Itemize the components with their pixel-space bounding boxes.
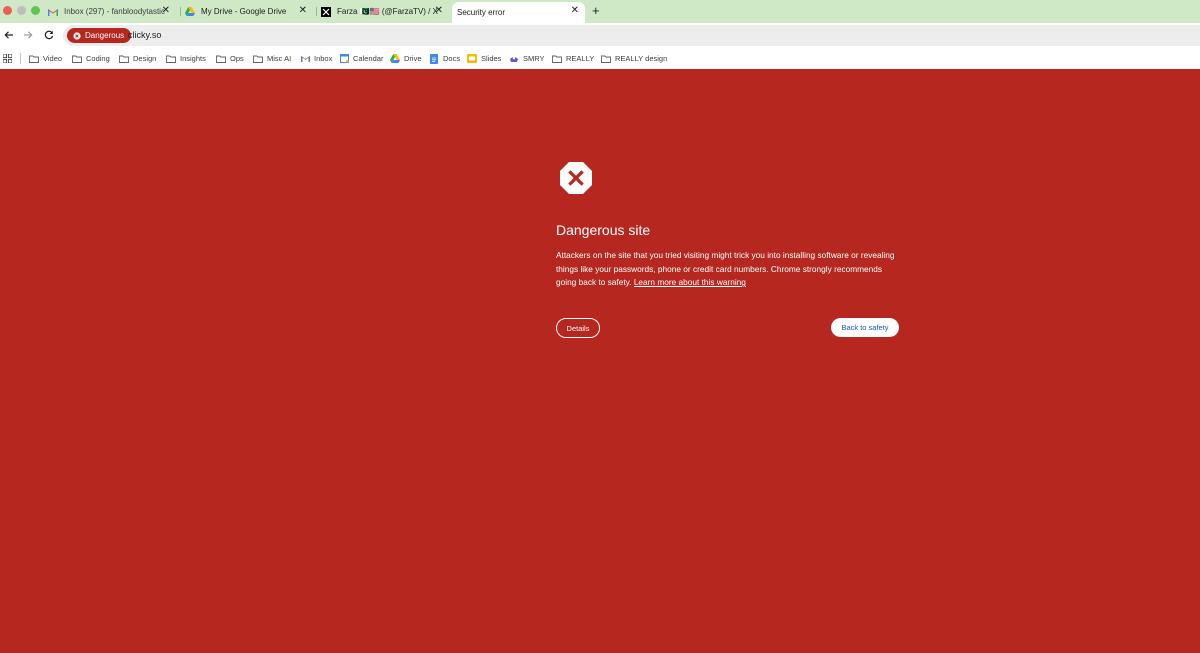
bookmarks-bar: Video Coding Design Insights Ops Misc AI…: [0, 48, 1200, 69]
drive-icon: [185, 7, 195, 17]
back-to-safety-button[interactable]: Back to safety: [831, 318, 899, 337]
bookmark-label: SMRY: [523, 54, 545, 63]
bookmark-design[interactable]: Design: [119, 52, 156, 65]
tab-close-icon[interactable]: ✕: [435, 6, 443, 16]
tab-title: Security error: [457, 8, 506, 17]
bookmark-label: Design: [133, 54, 157, 63]
bookmark-coding[interactable]: Coding: [72, 52, 110, 65]
bookmark-label: Insights: [180, 54, 206, 63]
window-minimize-button[interactable]: [17, 6, 26, 15]
security-chip-label: Dangerous: [85, 31, 125, 40]
tab-separator: [316, 7, 317, 16]
folder-icon: [552, 54, 562, 64]
address-bar[interactable]: Dangerous clicky.so: [63, 25, 1200, 46]
bookmark-label: Calendar: [353, 54, 384, 63]
window-zoom-button[interactable]: [31, 6, 40, 15]
warning-text: Attackers on the site that you tried vis…: [556, 249, 901, 290]
bookmark-docs[interactable]: Docs: [429, 52, 460, 65]
folder-icon: [253, 54, 263, 64]
new-tab-button[interactable]: +: [592, 4, 600, 17]
tab-close-icon[interactable]: ✕: [571, 6, 579, 16]
bookmark-label: Slides: [481, 54, 502, 63]
page-title: Dangerous site: [556, 222, 651, 238]
bookmark-inbox[interactable]: Inbox: [300, 52, 332, 65]
security-chip[interactable]: Dangerous: [67, 28, 132, 43]
bookmark-label: REALLY design: [615, 54, 668, 63]
tab-title: My Drive - Google Drive: [201, 7, 287, 16]
bookmark-calendar[interactable]: Calendar: [339, 52, 383, 65]
folder-icon: [166, 54, 176, 64]
bookmark-smry[interactable]: SMRY: [509, 52, 545, 65]
bookmark-really[interactable]: REALLY: [552, 52, 594, 65]
learn-more-link[interactable]: Learn more about this warning: [634, 277, 746, 287]
forward-arrow-icon[interactable]: [21, 28, 35, 42]
url-text[interactable]: clicky.so: [128, 30, 161, 40]
gmail-icon: [48, 7, 58, 17]
tab-close-icon[interactable]: ✕: [299, 6, 307, 16]
drive-icon: [390, 54, 400, 64]
window-close-button[interactable]: [3, 6, 12, 15]
tab-security-error[interactable]: Security error ✕: [452, 2, 585, 23]
calendar-icon: [339, 54, 349, 64]
interstitial-page: Dangerous site Attackers on the site tha…: [0, 69, 1200, 653]
bookmark-label: Ops: [230, 54, 244, 63]
bookmark-label: Misc AI: [267, 54, 292, 63]
back-arrow-icon[interactable]: [2, 28, 16, 42]
tab-x-profile[interactable]: Farza 🇵🇰🇺🇸 (@FarzaTV) / X ✕: [321, 2, 449, 21]
folder-icon: [29, 54, 39, 64]
bookmark-label: Video: [43, 54, 63, 63]
smry-icon: [509, 54, 519, 64]
tab-gmail-inbox[interactable]: Inbox (297) - fanbloodytastic ✕: [48, 2, 176, 21]
bookmark-label: Drive: [404, 54, 422, 63]
reload-icon[interactable]: [42, 28, 56, 42]
bookmarks-divider: [20, 53, 21, 64]
tab-google-drive[interactable]: My Drive - Google Drive ✕: [185, 2, 313, 21]
bookmark-slides[interactable]: Slides: [467, 52, 501, 65]
bookmark-video[interactable]: Video: [29, 52, 62, 65]
bookmark-label: Docs: [443, 54, 461, 63]
bookmark-label: Inbox: [314, 54, 333, 63]
bookmark-drive[interactable]: Drive: [390, 52, 422, 65]
stop-sign-icon: [560, 162, 592, 194]
tab-title: Inbox (297) - fanbloodytastic: [64, 7, 165, 16]
tab-strip: Inbox (297) - fanbloodytastic ✕ My Drive…: [0, 0, 1200, 23]
bookmark-really-design[interactable]: REALLY design: [601, 52, 667, 65]
folder-icon: [216, 54, 226, 64]
tab-separator: [180, 7, 181, 16]
folder-icon: [601, 54, 611, 64]
tab-close-icon[interactable]: ✕: [162, 6, 170, 16]
bookmark-label: Coding: [86, 54, 110, 63]
tab-title: Farza 🇵🇰🇺🇸 (@FarzaTV) / X: [337, 7, 438, 16]
x-icon: [321, 6, 331, 17]
folder-icon: [72, 54, 82, 64]
gmail-icon: [300, 54, 310, 64]
slides-icon: [467, 54, 477, 64]
docs-icon: [429, 53, 439, 64]
bookmark-label: REALLY: [566, 54, 595, 63]
danger-icon: [73, 31, 81, 40]
bookmark-ops[interactable]: Ops: [216, 52, 244, 65]
bookmark-misc-ai[interactable]: Misc AI: [253, 52, 291, 65]
folder-icon: [119, 54, 129, 64]
details-button[interactable]: Details: [556, 318, 600, 338]
browser-toolbar: Dangerous clicky.so: [0, 23, 1200, 48]
bookmark-insights[interactable]: Insights: [166, 52, 206, 65]
apps-grid-icon[interactable]: [3, 54, 12, 63]
